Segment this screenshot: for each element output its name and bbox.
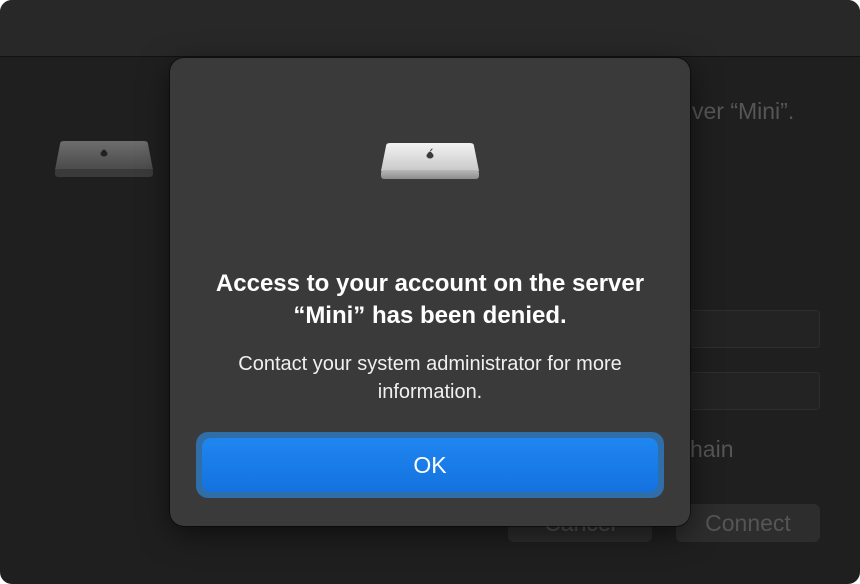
access-denied-dialog: Access to your account on the server “Mi… bbox=[170, 58, 690, 526]
background-connect-button: Connect bbox=[676, 504, 820, 542]
mac-mini-icon-dimmed bbox=[55, 141, 153, 177]
background-server-text: ver “Mini”. bbox=[692, 98, 795, 124]
background-password-field bbox=[690, 372, 820, 410]
connect-window: ver “Mini”. hain Cancel Connect Access t… bbox=[0, 0, 860, 584]
window-titlebar bbox=[0, 0, 860, 57]
background-keychain-text: hain bbox=[690, 436, 734, 462]
background-username-field bbox=[690, 310, 820, 348]
ok-button[interactable]: OK bbox=[202, 438, 658, 492]
dialog-message: Contact your system administrator for mo… bbox=[238, 353, 622, 403]
dialog-title: Access to your account on the server “Mi… bbox=[215, 270, 645, 329]
mac-mini-icon bbox=[381, 143, 479, 179]
